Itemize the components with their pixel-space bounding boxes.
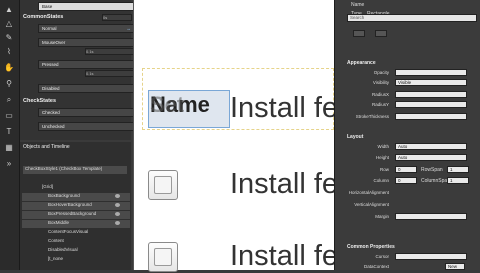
visibility-field[interactable]: Visible <box>395 79 467 86</box>
objects-timeline-panel: Objects and Timeline CheckBoxStyle1 (Che… <box>20 142 131 270</box>
margin-label: Margin <box>375 214 389 219</box>
state-checked[interactable]: Checked <box>38 108 136 117</box>
properties-panel: Name Type Rectangle Search Appearance Op… <box>334 0 480 270</box>
states-panel: Base CommonStates 0s Normal ↔ MouseOver 0… <box>20 0 136 140</box>
width-field[interactable]: Auto <box>395 143 467 150</box>
radiusx-label: RadiusX <box>371 92 389 97</box>
search-input[interactable]: Search <box>347 14 477 22</box>
eyedropper-tool-icon[interactable]: ⚲ <box>3 78 15 89</box>
common-transition[interactable]: 0s <box>102 14 132 21</box>
opacity-field[interactable] <box>395 69 467 76</box>
v-align-label: VerticalAlignment <box>354 202 389 207</box>
object-box-background[interactable]: BoxBackground <box>22 193 130 201</box>
state-unchecked[interactable]: Unchecked <box>38 122 136 131</box>
checkbox-label-3: Install fe <box>230 240 338 272</box>
text-tool-icon[interactable]: T <box>3 126 15 137</box>
checkbox-overlap-text: Set <box>150 92 185 117</box>
object-box-middle[interactable]: BoxMiddle <box>22 220 130 228</box>
common-properties-section[interactable]: Common Properties <box>347 244 395 250</box>
object-content-focus[interactable]: ContentFocusVisual <box>22 229 130 237</box>
column-field[interactable]: 0 <box>395 177 417 184</box>
checkbox-2[interactable] <box>148 170 178 200</box>
check-states-group: CheckStates <box>23 98 57 104</box>
cursor-label: Cursor <box>375 254 389 259</box>
checkbox-label-1: Install fe <box>230 92 338 124</box>
visibility-label: Visibility <box>372 80 389 85</box>
columnspan-label: ColumnSpan <box>421 178 450 184</box>
visibility-eye-icon[interactable] <box>115 194 120 198</box>
direct-select-tool-icon[interactable]: △ <box>3 18 15 29</box>
object-grid[interactable]: [Grid] <box>22 184 130 192</box>
brush-button[interactable] <box>353 30 365 37</box>
datacontext-label: DataContext <box>363 264 389 269</box>
design-canvas[interactable]: Name Set Install fe Install fe Install f… <box>133 0 338 272</box>
visibility-eye-icon[interactable] <box>115 221 120 225</box>
pressed-transition[interactable]: 0.1s <box>85 70 135 77</box>
row-field[interactable]: 0 <box>395 166 417 173</box>
opacity-label: Opacity <box>373 70 389 75</box>
radiusy-label: RadiusY <box>371 102 389 107</box>
base-state[interactable]: Base <box>38 2 136 11</box>
width-label: Width <box>377 144 389 149</box>
common-states-group: CommonStates <box>23 14 64 20</box>
template-breadcrumb[interactable]: CheckBoxStyle1 (CheckBox Template) <box>23 166 127 174</box>
tools-panel: ▲ △ ✎ ⌇ ✋ ⚲ ⌕ ▭ T ▦ » <box>0 0 20 270</box>
objects-panel-title: Objects and Timeline <box>23 144 70 150</box>
rowspan-field[interactable]: 1 <box>447 166 469 173</box>
name-label: Name <box>351 2 365 8</box>
gradient-button[interactable] <box>375 30 387 37</box>
state-normal[interactable]: Normal ↔ <box>38 24 136 33</box>
object-box-pressed[interactable]: BoxPressedBackground <box>22 211 130 219</box>
visibility-eye-icon[interactable] <box>115 212 120 216</box>
checkbox-label-2: Install fe <box>230 168 338 200</box>
column-label: Column <box>373 178 389 183</box>
radiusy-field[interactable] <box>395 101 467 108</box>
radiusx-field[interactable] <box>395 91 467 98</box>
object-content[interactable]: Content <box>22 238 130 246</box>
height-label: Height <box>375 155 389 160</box>
grid-tool-icon[interactable]: ▦ <box>3 142 15 153</box>
height-field[interactable]: Auto <box>395 154 467 161</box>
rowspan-label: RowSpan <box>421 167 443 173</box>
base-state-label: Base <box>42 4 53 9</box>
stroke-thickness-field[interactable] <box>395 113 467 120</box>
pen-tool-icon[interactable]: ✎ <box>3 32 15 43</box>
h-align-label: HorizontalAlignment <box>348 190 389 195</box>
selection-tool-icon[interactable]: ▲ <box>3 4 15 15</box>
stroke-thickness-label: StrokeThickness <box>355 114 389 119</box>
asset-tool-icon[interactable]: » <box>3 158 15 169</box>
rectangle-tool-icon[interactable]: ▭ <box>3 110 15 121</box>
object-disabled-visual[interactable]: DisabledVisual <box>22 247 130 255</box>
row-label: Row <box>379 167 389 172</box>
appearance-section[interactable]: Appearance <box>347 60 376 66</box>
object-box-hover[interactable]: BoxHoverBackground <box>22 202 130 210</box>
cursor-field[interactable] <box>395 253 467 260</box>
new-button[interactable]: New <box>445 263 465 270</box>
columnspan-field[interactable]: 1 <box>447 177 469 184</box>
mouseover-transition[interactable]: 0.1s <box>85 48 135 55</box>
checkbox-3[interactable] <box>148 242 178 272</box>
visibility-eye-icon[interactable] <box>115 203 120 207</box>
zoom-tool-icon[interactable]: ⌕ <box>3 94 15 105</box>
layout-section[interactable]: Layout <box>347 134 363 140</box>
object-t-none[interactable]: [t_none <box>22 256 130 264</box>
brush-tool-icon[interactable]: ⌇ <box>3 46 15 57</box>
state-disabled[interactable]: Disabled <box>38 84 136 93</box>
state-pressed[interactable]: Pressed <box>38 60 136 69</box>
pan-tool-icon[interactable]: ✋ <box>3 62 15 73</box>
margin-field[interactable] <box>395 213 467 220</box>
state-mouseover[interactable]: MouseOver <box>38 38 136 47</box>
